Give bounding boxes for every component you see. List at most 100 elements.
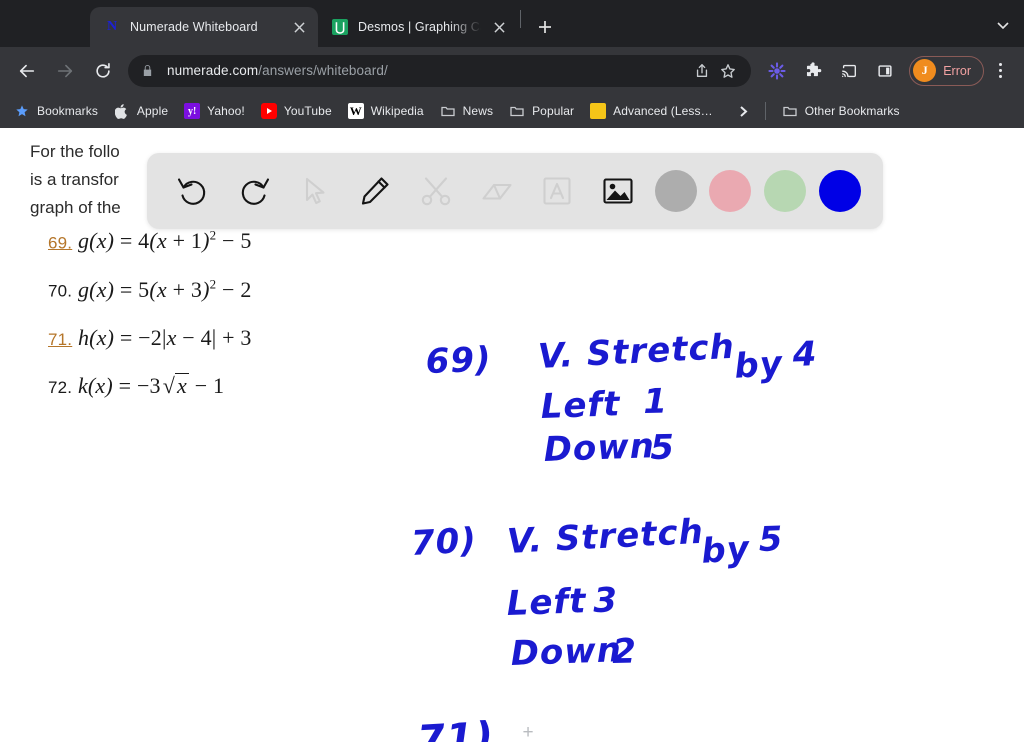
- whiteboard-toolbar: [147, 153, 883, 229]
- avatar: J: [913, 59, 937, 82]
- ink-note: 3: [593, 580, 619, 621]
- bookmark-item-popular[interactable]: Popular: [501, 99, 582, 123]
- chevron-right-icon[interactable]: [731, 98, 757, 124]
- folder-icon: [440, 103, 456, 119]
- profile-status-text: Error: [943, 63, 971, 78]
- lock-icon: [142, 64, 156, 77]
- cast-icon[interactable]: [834, 56, 864, 86]
- ink-note: V. Stretch: [506, 511, 705, 562]
- ink-note: 4: [792, 334, 819, 375]
- numerade-icon: N: [106, 19, 118, 34]
- apple-icon: [114, 103, 130, 119]
- bookmark-item-wikipedia[interactable]: W Wikipedia: [340, 99, 432, 123]
- ink-note: Left: [540, 384, 622, 427]
- ink-note: by: [733, 343, 785, 387]
- whiteboard-canvas[interactable]: For the follo is a transfor graph of the…: [0, 128, 1024, 742]
- bookmark-label: Popular: [532, 104, 575, 118]
- bookmark-label: News: [462, 104, 494, 118]
- bookmark-item-other-bookmarks[interactable]: Other Bookmarks: [774, 99, 908, 123]
- bookmark-label: Other Bookmarks: [804, 104, 900, 118]
- url-text: numerade.com/answers/whiteboard/: [167, 63, 689, 78]
- select-cursor-icon[interactable]: [290, 167, 338, 215]
- ink-note: V. Stretch: [537, 326, 736, 377]
- youtube-icon: [260, 103, 277, 119]
- puzzle-piece-icon[interactable]: [798, 56, 828, 86]
- bookmark-item-advanced[interactable]: Advanced (Less…: [582, 99, 721, 123]
- ink-note: Down: [543, 426, 656, 470]
- problem-72: 72. k(x) = −3√x − 1: [48, 372, 252, 399]
- problem-71: 71. h(x) = −2|x − 4| + 3: [48, 325, 252, 351]
- url-host: numerade.com: [167, 63, 259, 78]
- tab-title: Desmos | Graphing Calculato: [358, 20, 484, 34]
- tab-desmos-graphing-calculator[interactable]: ⋃ Desmos | Graphing Calculato: [318, 7, 518, 47]
- url-path: /answers/whiteboard/: [258, 63, 388, 78]
- pen-icon[interactable]: [351, 167, 399, 215]
- bookmark-item-youtube[interactable]: YouTube: [253, 99, 340, 123]
- share-icon[interactable]: [689, 58, 715, 84]
- tab-numerade-whiteboard[interactable]: N Numerade Whiteboard: [90, 7, 318, 47]
- purple-flower-extension-icon[interactable]: [762, 56, 792, 86]
- ink-note: 1: [643, 381, 669, 422]
- problem-expression: k(x) = −3√x − 1: [77, 372, 225, 398]
- bookmark-item-news[interactable]: News: [432, 99, 501, 123]
- folder-icon: [509, 103, 525, 119]
- problem-expression: g(x) = 4(x + 1)2 − 5: [77, 228, 252, 254]
- ink-note: Down: [510, 630, 623, 674]
- color-swatch-green[interactable]: [764, 170, 807, 212]
- star-icon[interactable]: [715, 58, 741, 84]
- ink-note: 71): [416, 713, 496, 742]
- tab-title: Numerade Whiteboard: [130, 20, 258, 34]
- undo-icon[interactable]: [169, 167, 217, 215]
- bookmark-item-apple[interactable]: Apple: [106, 99, 176, 123]
- address-bar[interactable]: numerade.com/answers/whiteboard/: [128, 54, 752, 87]
- side-panel-icon[interactable]: [870, 56, 900, 86]
- back-button[interactable]: [11, 55, 43, 87]
- close-icon[interactable]: [488, 16, 510, 38]
- bookmark-label: Wikipedia: [370, 104, 424, 118]
- eraser-icon[interactable]: [473, 167, 521, 215]
- ink-note: 5: [758, 519, 785, 560]
- ink-note: 5: [650, 427, 676, 468]
- tab-strip-actions: [996, 18, 1024, 47]
- problem-69: 69. g(x) = 4(x + 1)2 − 5: [48, 228, 252, 254]
- star-icon: [14, 103, 30, 119]
- bookmarks-bar: Bookmarks Apple y! Yahoo! YouTube W Wiki…: [0, 94, 1024, 128]
- bookmark-label: Bookmarks: [37, 104, 98, 118]
- color-swatch-gray[interactable]: [654, 170, 697, 212]
- tab-strip: N Numerade Whiteboard ⋃ Desmos | Graphin…: [0, 0, 1024, 47]
- yahoo-icon: y!: [184, 103, 201, 119]
- problem-number: 72.: [48, 377, 73, 397]
- redo-icon[interactable]: [230, 167, 278, 215]
- close-icon[interactable]: [288, 16, 310, 38]
- problem-number[interactable]: 69.: [48, 233, 72, 252]
- profile-button[interactable]: J Error: [909, 55, 984, 86]
- bookmark-label: YouTube: [283, 104, 332, 118]
- problem-number: 70.: [48, 281, 73, 301]
- desmos-icon: ⋃: [332, 19, 348, 35]
- ink-note: Left: [506, 581, 588, 624]
- color-swatch-blue[interactable]: [818, 170, 861, 212]
- canvas-plus-marker: +: [522, 722, 534, 742]
- reload-button[interactable]: [87, 55, 119, 87]
- chevron-down-icon[interactable]: [996, 18, 1010, 37]
- problem-list: 69. g(x) = 4(x + 1)2 − 5 70. g(x) = 5(x …: [48, 228, 252, 421]
- text-icon[interactable]: [533, 167, 581, 215]
- scissors-icon[interactable]: [412, 167, 460, 215]
- ink-note: 70): [410, 520, 478, 564]
- new-tab-button[interactable]: [531, 13, 559, 41]
- forward-button[interactable]: [49, 55, 81, 87]
- color-swatch-pink[interactable]: [709, 170, 752, 212]
- problem-expression: g(x) = 5(x + 3)2 − 2: [77, 276, 252, 302]
- browser-window: N Numerade Whiteboard ⋃ Desmos | Graphin…: [0, 0, 1024, 742]
- bookmark-item-yahoo[interactable]: y! Yahoo!: [176, 99, 253, 123]
- bookmark-label: Apple: [136, 104, 169, 118]
- problem-70: 70. g(x) = 5(x + 3)2 − 2: [48, 276, 252, 302]
- ink-note: 2: [612, 631, 638, 672]
- image-icon[interactable]: [594, 167, 642, 215]
- ink-note: 69): [425, 339, 493, 382]
- bookmark-item-bookmarks[interactable]: Bookmarks: [6, 99, 106, 123]
- problem-number[interactable]: 71.: [48, 330, 72, 349]
- wikipedia-icon: W: [347, 103, 364, 119]
- three-dot-menu-icon[interactable]: [986, 56, 1014, 86]
- problem-expression: h(x) = −2|x − 4| + 3: [77, 324, 252, 350]
